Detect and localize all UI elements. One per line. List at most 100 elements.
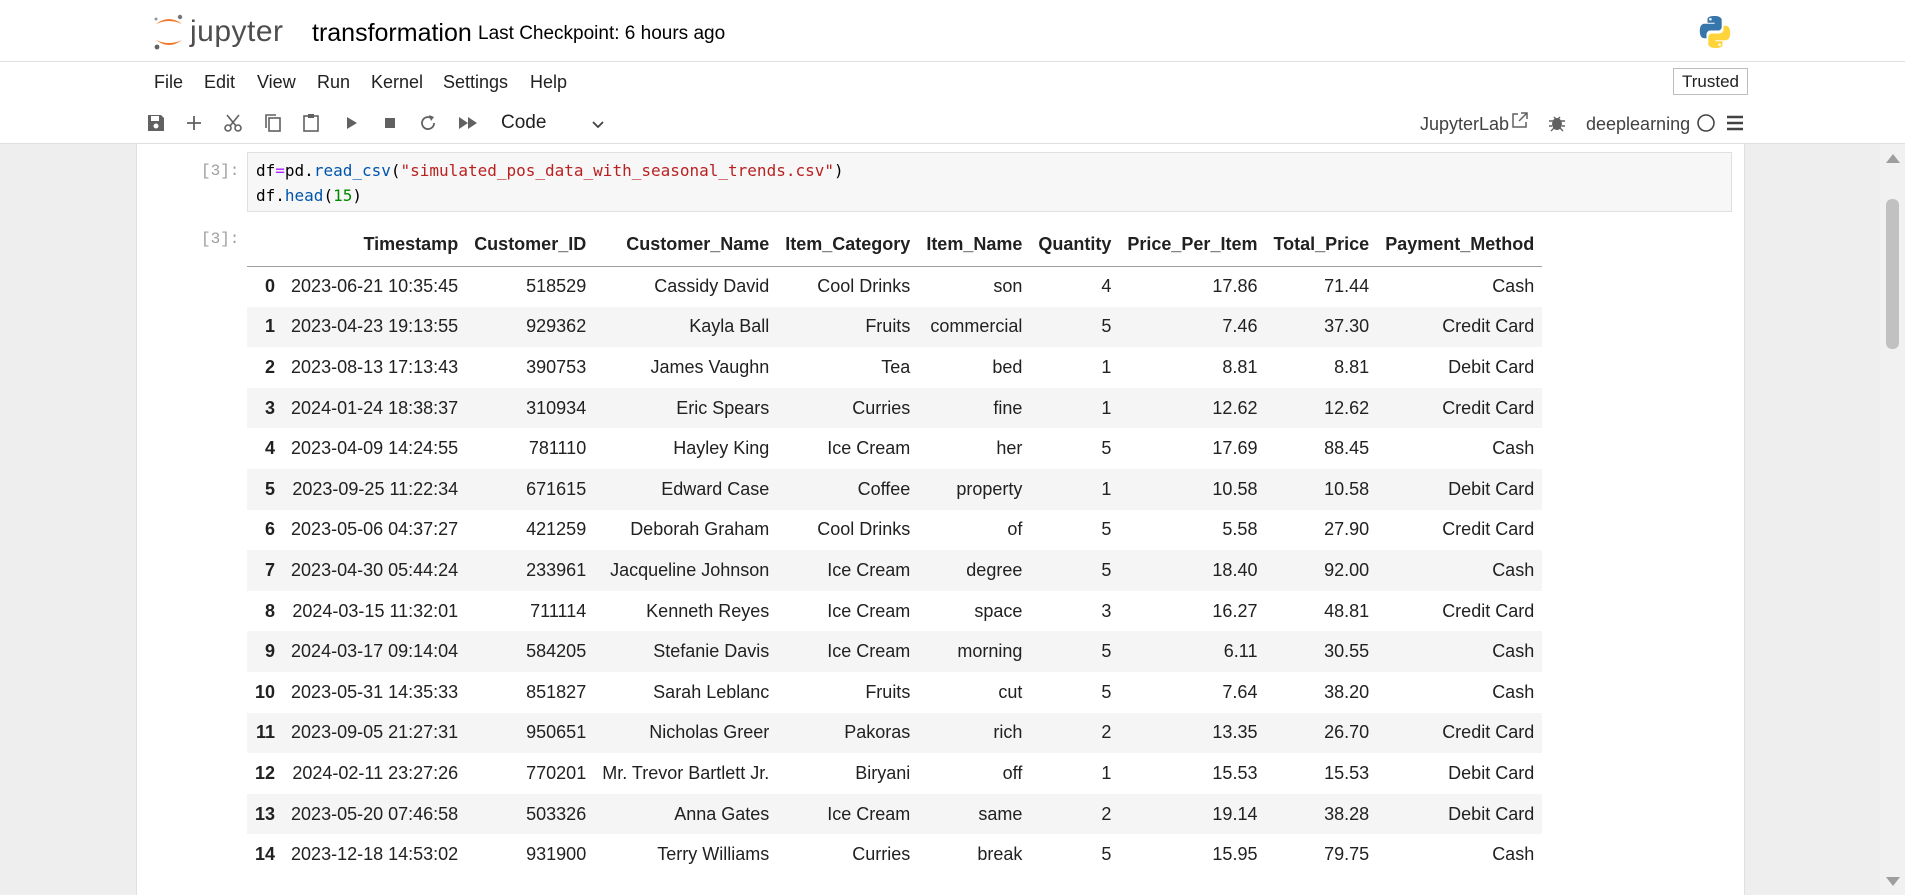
add-cell-icon[interactable] [183, 112, 205, 134]
stop-icon[interactable] [379, 112, 401, 134]
table-cell: 10.58 [1324, 478, 1370, 499]
jupyter-logo-text: jupyter [190, 15, 284, 48]
notebook-title[interactable]: transformation [312, 19, 472, 48]
copy-icon[interactable] [262, 112, 284, 134]
paste-icon[interactable] [300, 112, 322, 134]
table-row: 1 2023-04-23 19:13:55 929362 Kayla Ball Frui… [247, 306, 1543, 348]
column-header: Item_Name [918, 224, 1031, 267]
table-cell: of [1007, 519, 1023, 540]
menu-view[interactable]: View [257, 72, 296, 93]
table-cell: Coffee [857, 478, 911, 499]
restart-icon[interactable] [417, 112, 439, 134]
kernel-name[interactable]: deeplearning [1586, 114, 1690, 135]
table-cell: property [956, 478, 1023, 499]
bug-icon[interactable] [1546, 112, 1568, 134]
row-index: 1 [265, 316, 276, 337]
cell-type-select[interactable]: Code [501, 112, 611, 134]
table-cell: 310934 [526, 397, 587, 418]
code-token: df [256, 161, 276, 180]
table-cell: Anna Gates [674, 803, 770, 824]
menu-settings[interactable]: Settings [443, 72, 508, 93]
code-line-2: df.head(15) [256, 183, 1723, 208]
python-logo-icon [1697, 14, 1733, 50]
table-cell: 2023-12-18 14:53:02 [291, 844, 459, 865]
scrollbar-thumb[interactable] [1886, 199, 1899, 349]
table-cell: 770201 [526, 762, 587, 783]
external-link-icon[interactable] [1510, 110, 1532, 132]
column-header: Payment_Method [1377, 224, 1543, 267]
table-cell: Kenneth Reyes [646, 600, 770, 621]
code-token: ( [323, 186, 334, 205]
menu-run[interactable]: Run [317, 72, 350, 93]
table-cell: Cash [1492, 276, 1535, 297]
table-cell: 2023-04-30 05:44:24 [291, 559, 459, 580]
row-index: 8 [265, 600, 276, 621]
table-cell: 931900 [526, 844, 587, 865]
table-cell: Credit Card [1442, 316, 1535, 337]
code-token: df. [256, 186, 285, 205]
table-cell: Jacqueline Johnson [610, 559, 770, 580]
table-cell: 2023-05-06 04:37:27 [291, 519, 459, 540]
table-cell: 15.53 [1212, 762, 1258, 783]
table-cell: Cassidy David [654, 276, 770, 297]
run-icon[interactable] [340, 112, 362, 134]
table-cell: 1 [1101, 356, 1112, 377]
code-cell-input[interactable]: df=pd.read_csv("simulated_pos_data_with_… [247, 152, 1732, 212]
code-token: head [284, 186, 324, 205]
vertical-scrollbar[interactable] [1880, 144, 1905, 895]
table-cell: 5 [1101, 438, 1112, 459]
scroll-up-arrow-icon[interactable] [1886, 154, 1900, 163]
table-cell: Credit Card [1442, 600, 1535, 621]
column-header: Quantity [1030, 224, 1120, 267]
trusted-badge[interactable]: Trusted [1673, 68, 1748, 95]
table-row: 0 2023-06-21 10:35:45 518529 Cassidy David C… [247, 266, 1542, 307]
index-header [247, 224, 284, 267]
column-header: Item_Category [777, 224, 919, 267]
table-cell: Debit Card [1448, 478, 1535, 499]
menu-hamburger-icon[interactable] [1724, 112, 1746, 134]
fast-forward-icon[interactable] [457, 112, 479, 134]
table-cell: Ice Cream [827, 600, 911, 621]
menu-kernel[interactable]: Kernel [371, 72, 423, 93]
table-cell: rich [993, 722, 1023, 743]
table-cell: 4 [1101, 276, 1112, 297]
table-row: 10 2023-05-31 14:35:33 851827 Sarah Leblanc… [247, 672, 1542, 713]
table-cell: Kayla Ball [689, 316, 770, 337]
column-header: Timestamp [283, 224, 467, 267]
table-cell: 584205 [526, 641, 587, 662]
table-cell: Edward Case [661, 478, 770, 499]
menu-file[interactable]: File [154, 72, 183, 93]
table-row: 9 2024-03-17 09:14:04 584205 Stefanie Davis… [247, 631, 1543, 672]
table-cell: 2023-05-20 07:46:58 [291, 803, 459, 824]
table-cell: 48.81 [1324, 600, 1370, 621]
table-cell: 2023-08-13 17:13:43 [291, 356, 459, 377]
table-cell: 2024-03-17 09:14:04 [291, 641, 459, 662]
table-cell: 92.00 [1324, 559, 1370, 580]
table-cell: Debit Card [1448, 762, 1535, 783]
table-cell: Pakoras [844, 722, 911, 743]
table-cell: Cash [1492, 641, 1535, 662]
table-cell: off [1002, 762, 1023, 783]
scroll-down-arrow-icon[interactable] [1886, 877, 1900, 886]
row-index: 7 [265, 559, 276, 580]
save-icon[interactable] [145, 112, 167, 134]
code-token: pd. [284, 161, 314, 180]
row-index: 4 [265, 438, 276, 459]
app-header: jupyter transformation Last Checkpoint: … [0, 0, 1905, 62]
table-row: 8 2024-03-15 11:32:01 711114 Kenneth Reyes I… [247, 591, 1542, 632]
cell-type-value: Code [501, 112, 547, 133]
table-cell: Cash [1492, 438, 1535, 459]
menu-edit[interactable]: Edit [204, 72, 235, 93]
table-cell: Ice Cream [827, 438, 911, 459]
cut-icon[interactable] [222, 112, 244, 134]
jupyterlab-link[interactable]: JupyterLab [1420, 114, 1509, 135]
jupyter-logo[interactable]: jupyter [152, 12, 284, 52]
table-cell: 1 [1101, 478, 1112, 499]
table-cell: Eric Spears [676, 397, 770, 418]
table-cell: space [974, 600, 1023, 621]
notebook-panel: [3]: df=pd.read_csv("simulated_pos_data_… [136, 144, 1745, 895]
table-cell: 1 [1101, 762, 1112, 783]
table-cell: 2024-03-15 11:32:01 [292, 600, 459, 621]
menu-help[interactable]: Help [530, 72, 567, 93]
table-cell: degree [966, 559, 1023, 580]
